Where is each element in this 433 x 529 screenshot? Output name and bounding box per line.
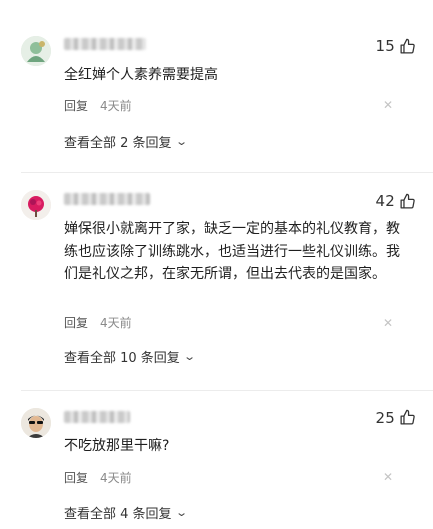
view-replies-button[interactable]: 查看全部 4 条回复 ⌄ <box>64 503 188 522</box>
divider <box>21 390 433 391</box>
reply-button[interactable]: 回复 <box>64 314 88 331</box>
view-replies-button[interactable]: 查看全部 10 条回复 ⌄ <box>64 347 196 366</box>
comment-meta: 回复 4天前 <box>64 469 132 486</box>
view-replies-label: 查看全部 4 条回复 <box>64 507 172 522</box>
thumbs-up-icon[interactable] <box>399 409 416 426</box>
timestamp: 4天前 <box>100 99 132 113</box>
username-blurred[interactable] <box>64 411 130 423</box>
reply-button[interactable]: 回复 <box>64 469 88 486</box>
view-replies-label: 查看全部 2 条回复 <box>64 136 172 151</box>
chevron-down-icon: ⌄ <box>182 350 196 363</box>
thumbs-up-icon[interactable] <box>399 38 416 55</box>
avatar[interactable] <box>21 190 51 220</box>
timestamp: 4天前 <box>100 316 132 330</box>
comment-text: 全红婵个人素养需要提高 <box>64 67 218 83</box>
like-count: 42 <box>375 192 395 210</box>
chevron-down-icon: ⌄ <box>174 506 188 519</box>
view-replies-button[interactable]: 查看全部 2 条回复 ⌄ <box>64 132 188 151</box>
avatar[interactable] <box>21 36 51 66</box>
divider <box>21 172 433 173</box>
like-count: 15 <box>375 37 395 55</box>
avatar[interactable] <box>21 408 51 438</box>
chevron-down-icon: ⌄ <box>174 135 188 148</box>
close-icon[interactable]: ✕ <box>383 470 393 484</box>
comment-text: 婵保很小就离开了家，缺乏一定的基本的礼仪教育，教练也应该除了训练跳水，也适当进行… <box>64 221 400 283</box>
username-blurred[interactable] <box>64 38 146 50</box>
close-icon[interactable]: ✕ <box>383 98 393 112</box>
view-replies-label: 查看全部 10 条回复 <box>64 351 180 366</box>
comment-meta: 回复 4天前 <box>64 97 132 114</box>
comment-meta: 回复 4天前 <box>64 314 132 331</box>
username-blurred[interactable] <box>64 193 150 205</box>
comment-text: 不吃放那里干嘛? <box>64 438 170 454</box>
like-count: 25 <box>375 409 395 427</box>
thumbs-up-icon[interactable] <box>399 193 416 210</box>
reply-button[interactable]: 回复 <box>64 97 88 114</box>
close-icon[interactable]: ✕ <box>383 316 393 330</box>
timestamp: 4天前 <box>100 471 132 485</box>
